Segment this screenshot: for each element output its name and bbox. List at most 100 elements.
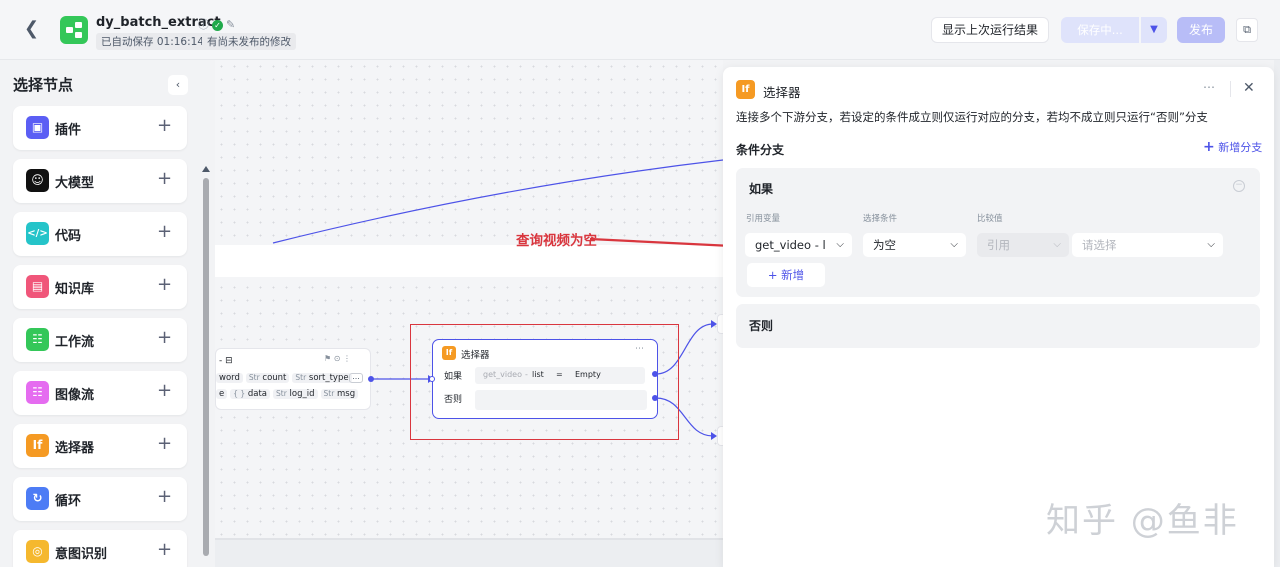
edge-layer — [272, 159, 723, 440]
output-port[interactable] — [368, 376, 374, 382]
add-icon[interactable]: + — [157, 539, 172, 560]
compare-placeholder: 请选择 — [1082, 238, 1117, 252]
section-title: 条件分支 — [736, 143, 785, 157]
node-item-label: 知识库 — [55, 282, 95, 297]
annotation-text: 查询视频为空 — [516, 233, 597, 249]
chevron-down-icon: ⌵ — [1207, 239, 1215, 250]
panel-title: 选择节点 — [13, 76, 74, 94]
branch-title: 否则 — [749, 319, 774, 333]
output-row: e{ } data Str log_id Str msg — [216, 389, 361, 399]
cond-op: = — [556, 370, 563, 379]
more-icon[interactable]: ⋯ — [1203, 80, 1215, 94]
node-item-intent[interactable]: ◎ 意图识别 + — [13, 530, 187, 567]
collapse-icon[interactable]: ‹ — [168, 75, 188, 95]
node-item-plugin[interactable]: ▣ 插件 + — [13, 106, 187, 150]
reference-value: 引用 — [987, 238, 1010, 252]
status-ok-icon: ✓ — [212, 20, 223, 31]
add-icon[interactable]: + — [157, 327, 172, 348]
output-row: word Str count Str sort_type — [216, 373, 355, 383]
var-tag: { } data — [230, 389, 271, 399]
reference-select: 引用 ⌵ — [977, 233, 1069, 257]
save-button[interactable]: 保存中... — [1061, 17, 1139, 43]
autosave-status: 已自动保存 01:16:14 — [96, 33, 209, 50]
title-badges: ⓘ ✓ ✎ — [198, 16, 235, 32]
chevron-down-icon: ⌵ — [950, 239, 958, 250]
else-branch — [475, 390, 647, 410]
add-branch-button[interactable]: + 新增分支 — [1203, 139, 1262, 155]
node-action-icons[interactable]: ⚑ ⊙ ⋮ — [324, 354, 351, 363]
add-icon[interactable]: + — [157, 221, 172, 242]
separator: - — [525, 370, 528, 379]
var-tag: Str count — [245, 373, 290, 383]
compare-value-select[interactable]: 请选择 ⌵ — [1072, 233, 1223, 257]
more-icon[interactable]: ... — [349, 373, 363, 383]
else-output-port[interactable] — [652, 395, 658, 401]
top-bar: ❮ dy_batch_extract ⓘ ✓ ✎ 已自动保存 01:16:14 有尚… — [0, 0, 1280, 60]
column-label: 比较值 — [977, 214, 1003, 224]
column-label: 选择条件 — [863, 214, 898, 224]
edge-line — [272, 159, 723, 244]
node-header-icon: - ⊟ — [219, 356, 233, 366]
input-port[interactable] — [429, 376, 435, 382]
condition-value: 为空 — [873, 238, 896, 252]
node-item-code[interactable]: </> 代码 + — [13, 212, 187, 256]
node-item-label: 代码 — [55, 229, 82, 244]
if-branch-card: 如果 − 引用变量 选择条件 比较值 get_video - l ⌵ 为空 ⌵ … — [736, 168, 1260, 297]
node-item-loop[interactable]: ↻ 循环 + — [13, 477, 187, 521]
node-item-llm[interactable]: ☺ 大模型 + — [13, 159, 187, 203]
node-item-workflow[interactable]: ☷ 工作流 + — [13, 318, 187, 362]
node-item-label: 图像流 — [55, 388, 95, 403]
publish-button[interactable]: 发布 — [1177, 17, 1225, 43]
selector-config-panel: If 选择器 ⋯ ✕ 连接多个下游分支，若设定的条件成立则仅运行对应的分支，若均… — [723, 67, 1274, 567]
scroll-up-icon[interactable] — [202, 166, 210, 172]
previous-node[interactable]: ⚑ ⊙ ⋮ - ⊟ word Str count Str sort_type ...… — [215, 348, 371, 410]
node-item-selector[interactable]: If 选择器 + — [13, 424, 187, 468]
selector-icon: If — [442, 346, 456, 360]
save-dropdown-icon[interactable]: ▼ — [1141, 17, 1167, 43]
add-icon[interactable]: + — [157, 486, 172, 507]
var-tag: Str sort_type — [292, 373, 352, 383]
panel-title: 选择器 — [763, 85, 801, 100]
node-item-label: 选择器 — [55, 441, 95, 456]
close-icon[interactable]: ✕ — [1243, 80, 1255, 96]
workflow-canvas[interactable]: ⚑ ⊙ ⋮ - ⊟ word Str count Str sort_type ...… — [215, 60, 723, 567]
imageflow-icon: ☷ — [26, 381, 49, 404]
selector-icon: If — [26, 434, 49, 457]
panel-description: 连接多个下游分支，若设定的条件成立则仅运行对应的分支，若均不成立则只运行“否则”… — [736, 110, 1208, 124]
workflow-icon — [60, 16, 88, 44]
add-icon[interactable]: + — [157, 115, 172, 136]
var-tag: e — [216, 389, 228, 399]
add-icon[interactable]: + — [157, 168, 172, 189]
remove-branch-icon[interactable]: − — [1233, 180, 1245, 192]
cond-val: Empty — [575, 370, 601, 379]
intent-icon: ◎ — [26, 540, 49, 563]
node-item-label: 循环 — [55, 494, 82, 509]
chevron-down-icon: ⌵ — [1053, 239, 1061, 250]
add-condition-button[interactable]: + 新增 — [747, 263, 825, 287]
add-icon[interactable]: + — [157, 274, 172, 295]
condition-select[interactable]: 为空 ⌵ — [863, 233, 966, 257]
node-picker-panel: 选择节点 ‹ ▣ 插件 + ☺ 大模型 + </> 代码 + ▤ 知识库 + ☷… — [0, 60, 215, 567]
info-icon[interactable]: ⓘ — [198, 18, 209, 31]
var-tag: Str msg — [320, 389, 359, 399]
add-icon[interactable]: + — [157, 380, 172, 401]
more-icon[interactable]: ⋯ — [635, 344, 644, 354]
back-icon[interactable]: ❮ — [24, 18, 44, 40]
divider — [1230, 81, 1231, 97]
add-icon[interactable]: + — [157, 433, 172, 454]
plus-icon: + — [767, 268, 778, 282]
window-icon[interactable]: ⧉ — [1236, 18, 1258, 42]
canvas-edge-strip — [1274, 60, 1280, 567]
if-output-port[interactable] — [652, 371, 658, 377]
llm-icon: ☺ — [26, 169, 49, 192]
else-label: 否则 — [444, 395, 463, 405]
node-item-imageflow[interactable]: ☷ 图像流 + — [13, 371, 187, 415]
unpublished-badge: 有尚未发布的修改 — [202, 33, 296, 50]
selector-node[interactable]: If 选择器 ⋯ 如果 get_video - list = Empty 否则 — [432, 339, 658, 419]
node-item-knowledge[interactable]: ▤ 知识库 + — [13, 265, 187, 309]
scrollbar[interactable] — [203, 178, 209, 556]
edit-icon[interactable]: ✎ — [226, 18, 235, 31]
variable-select[interactable]: get_video - l ⌵ — [745, 233, 852, 257]
var-tag: Str log_id — [273, 389, 318, 399]
show-last-run-button[interactable]: 显示上次运行结果 — [931, 17, 1049, 43]
